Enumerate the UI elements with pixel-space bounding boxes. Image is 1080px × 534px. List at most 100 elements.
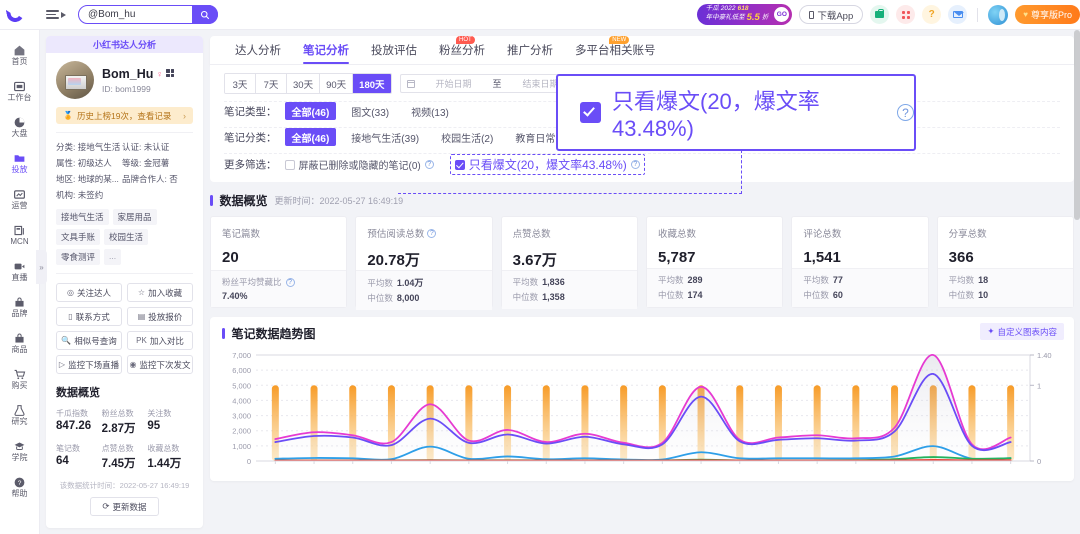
stat-value: 95: [147, 420, 193, 432]
add-favorite-button[interactable]: ☆加入收藏: [127, 283, 193, 302]
date-range-picker[interactable]: 开始日期 至 结束日期: [400, 74, 581, 93]
svg-text:1,000: 1,000: [232, 442, 251, 451]
profile-tag[interactable]: 家居用品: [113, 209, 157, 225]
tab-promotion-analysis[interactable]: 推广分析: [496, 35, 564, 64]
stat-sub-value: 174: [688, 290, 703, 300]
monitor-post-button[interactable]: ◉监控下次发文: [127, 355, 193, 374]
hide-deleted-checkbox[interactable]: 屏蔽已删除或隐藏的笔记(0) ?: [285, 157, 434, 172]
sidebar-label: 首页: [12, 58, 28, 66]
sidebar-item-operation[interactable]: 运营: [0, 181, 39, 217]
search-button[interactable]: [192, 5, 218, 24]
note-cat-campus[interactable]: 校园生活(2): [434, 128, 500, 146]
refresh-data-button[interactable]: ⟳ 更新数据: [90, 497, 159, 516]
help-icon-button[interactable]: ?: [922, 5, 941, 24]
similar-account-button[interactable]: 🔍相似号查询: [56, 331, 122, 350]
download-app-button[interactable]: 下载App: [799, 5, 863, 24]
apps-grid-icon-button[interactable]: [896, 5, 915, 24]
section-accent-bar: [210, 195, 213, 206]
stat-sub-label: 中位数: [513, 291, 539, 303]
question-icon[interactable]: ?: [897, 104, 914, 121]
note-type-video[interactable]: 视频(13): [404, 102, 456, 120]
note-type-image[interactable]: 图文(33): [344, 102, 396, 120]
promo-go-button[interactable]: GO: [774, 7, 789, 22]
sidebar-item-brand[interactable]: 品牌: [0, 289, 39, 325]
callout-checkbox[interactable]: [580, 102, 601, 123]
profile-tag[interactable]: 接地气生活: [56, 209, 109, 225]
checkbox-box: [455, 160, 465, 170]
calendar-icon: [407, 80, 415, 88]
user-avatar[interactable]: [988, 5, 1008, 25]
question-icon[interactable]: ?: [425, 160, 434, 169]
checkbox-box: [285, 160, 295, 170]
note-category-label: 笔记分类：: [224, 130, 277, 145]
sidebar-item-placement[interactable]: 投放: [0, 145, 39, 181]
profile-stat: 粉丝总数 2.87万: [102, 408, 148, 436]
sidebar-collapse-toggle[interactable]: »: [36, 250, 47, 284]
profile-tag-more[interactable]: ...: [104, 249, 121, 265]
sidebar-item-purchase[interactable]: 购买: [0, 361, 39, 397]
chart-header: 笔记数据趋势图: [222, 325, 1062, 342]
sidebar-item-dashboard[interactable]: 大盘: [0, 109, 39, 145]
stat-sub-value: 7.40%: [222, 291, 248, 301]
search-icon: [200, 10, 210, 20]
date-seg-180d[interactable]: 180天: [353, 74, 390, 93]
note-cat-all[interactable]: 全部(46): [285, 128, 337, 146]
qrcode-icon[interactable]: [166, 69, 175, 78]
date-seg-7d[interactable]: 7天: [256, 74, 287, 93]
page-scrollbar[interactable]: [1074, 30, 1080, 534]
sidebar-item-goods[interactable]: 商品: [0, 325, 39, 361]
briefcase-icon-button[interactable]: [870, 5, 889, 24]
follow-creator-button[interactable]: ◎关注达人: [56, 283, 122, 302]
profile-tag[interactable]: 零食测评: [56, 249, 100, 265]
profile-tag[interactable]: 文具手账: [56, 229, 100, 245]
sidebar-item-home[interactable]: 首页: [0, 37, 39, 73]
meta-brand-partner: 品牌合作人: 否: [122, 173, 193, 185]
question-icon[interactable]: ?: [631, 160, 640, 169]
meta-region: 地区: 地球的某...: [56, 173, 122, 185]
date-seg-3d[interactable]: 3天: [225, 74, 256, 93]
profile-tag[interactable]: 校园生活: [104, 229, 148, 245]
note-type-all[interactable]: 全部(46): [285, 102, 337, 120]
help-icon: ?: [13, 476, 26, 489]
avatar[interactable]: [56, 61, 94, 99]
tab-note-analysis[interactable]: 笔记分析: [292, 35, 360, 64]
tab-fans-analysis[interactable]: HOT 粉丝分析: [428, 35, 496, 64]
promo-banner[interactable]: 千瓜 2022 618 年中豪礼低至 5.5 折 GO: [697, 4, 793, 25]
stat-label: 点赞总数: [102, 443, 148, 454]
date-seg-30d[interactable]: 30天: [287, 74, 320, 93]
tab-creator-analysis[interactable]: 达人分析: [224, 35, 292, 64]
question-icon[interactable]: ?: [286, 278, 295, 287]
profile-name: Bom_Hu: [102, 67, 153, 81]
question-icon[interactable]: ?: [427, 229, 436, 238]
pro-label: 尊享版Pro: [1031, 8, 1072, 21]
sidebar-item-help[interactable]: ? 帮助: [0, 469, 39, 505]
divider: [56, 132, 193, 133]
add-compare-button[interactable]: PK加入对比: [127, 331, 193, 350]
pro-upgrade-button[interactable]: ♥ 尊享版Pro: [1015, 5, 1080, 24]
price-quote-button[interactable]: ▤投放报价: [127, 307, 193, 326]
trend-chart-svg[interactable]: 01,0002,0003,0004,0005,0006,0007,000011.…: [222, 349, 1062, 475]
app-logo-icon[interactable]: [0, 0, 30, 30]
sidebar-item-mcn[interactable]: MCN: [0, 217, 39, 253]
stat-label: 笔记篇数: [222, 226, 260, 240]
only-hot-checkbox[interactable]: 只看爆文(20，爆文率43.48%) ?: [450, 154, 645, 175]
tab-placement-eval[interactable]: 投放评估: [360, 35, 428, 64]
tab-multiplatform-accounts[interactable]: NEW 多平台相关账号: [564, 35, 667, 64]
button-label: 监控下场直播: [68, 359, 119, 371]
customize-chart-button[interactable]: ✦ 自定义图表内容: [980, 323, 1064, 340]
contact-button[interactable]: ▯联系方式: [56, 307, 122, 326]
scrollbar-thumb[interactable]: [1074, 30, 1080, 220]
sidebar-item-workbench[interactable]: 工作台: [0, 73, 39, 109]
monitor-live-button[interactable]: ▷监控下场直播: [56, 355, 122, 374]
menu-toggle-icon[interactable]: [42, 0, 70, 30]
stat-value: 20: [222, 249, 335, 266]
mail-icon-button[interactable]: [948, 5, 967, 24]
note-cat-life[interactable]: 接地气生活(39): [344, 128, 426, 146]
overview-update-time: 更新时间：2022-05-27 16:49:19: [275, 194, 404, 207]
sidebar-item-academy[interactable]: 学院: [0, 433, 39, 469]
date-seg-90d[interactable]: 90天: [320, 74, 353, 93]
sidebar-item-research[interactable]: 研究: [0, 397, 39, 433]
sidebar-item-live[interactable]: 直播: [0, 253, 39, 289]
tab-label: 投放评估: [371, 42, 417, 58]
history-rank-banner[interactable]: 🏅 历史上榜19次，查看记录 ›: [56, 107, 193, 124]
